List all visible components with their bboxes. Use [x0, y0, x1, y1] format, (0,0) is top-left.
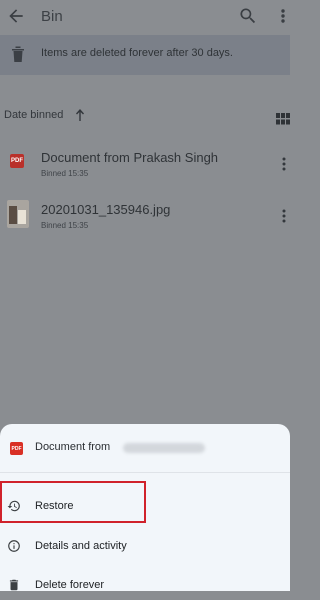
- divider: [0, 472, 290, 473]
- grid-view-icon[interactable]: [276, 112, 290, 125]
- file-subtitle: Binned 15:35: [41, 169, 89, 178]
- trash-icon: [11, 45, 25, 63]
- more-vert-icon[interactable]: [277, 6, 289, 26]
- delete-forever-button[interactable]: Delete forever: [0, 570, 290, 600]
- file-name: Document from Prakash Singh: [41, 150, 219, 165]
- list-item[interactable]: PDF Document from Prakash Singh Binned 1…: [0, 146, 290, 186]
- details-activity-button[interactable]: Details and activity: [0, 531, 290, 561]
- arrow-up-icon[interactable]: [75, 108, 85, 122]
- restore-icon: [7, 499, 21, 513]
- sheet-header: PDF Document from: [0, 438, 290, 460]
- arrow-back-icon[interactable]: [6, 6, 26, 26]
- app-bar: Bin: [0, 0, 290, 34]
- retention-notice: Items are deleted forever after 30 days.: [0, 35, 290, 75]
- sheet-file-name: Document from: [35, 441, 111, 453]
- image-thumbnail: [7, 200, 29, 228]
- info-icon: [7, 539, 21, 553]
- more-vert-icon[interactable]: [280, 156, 288, 172]
- more-vert-icon[interactable]: [280, 208, 288, 224]
- search-icon[interactable]: [238, 6, 258, 26]
- menu-label: Delete forever: [35, 579, 105, 591]
- sort-bar: Date binned: [0, 105, 290, 129]
- menu-label: Details and activity: [35, 540, 127, 552]
- list-item[interactable]: 20201031_135946.jpg Binned 15:35: [0, 198, 290, 238]
- sort-label[interactable]: Date binned: [4, 109, 63, 121]
- menu-label: Restore: [35, 500, 74, 512]
- file-name: 20201031_135946.jpg: [41, 202, 171, 217]
- restore-button[interactable]: Restore: [0, 491, 290, 521]
- redacted-text: [123, 443, 205, 453]
- bottom-sheet: PDF Document from Restore Details and ac…: [0, 424, 290, 591]
- pdf-icon: PDF: [10, 442, 23, 455]
- delete-icon: [7, 578, 21, 592]
- page-title: Bin: [41, 8, 63, 25]
- pdf-icon: PDF: [10, 154, 24, 168]
- bin-screen: Bin Items are deleted forever after 30 d…: [0, 0, 290, 591]
- file-subtitle: Binned 15:35: [41, 221, 89, 230]
- notice-text: Items are deleted forever after 30 days.: [41, 47, 233, 59]
